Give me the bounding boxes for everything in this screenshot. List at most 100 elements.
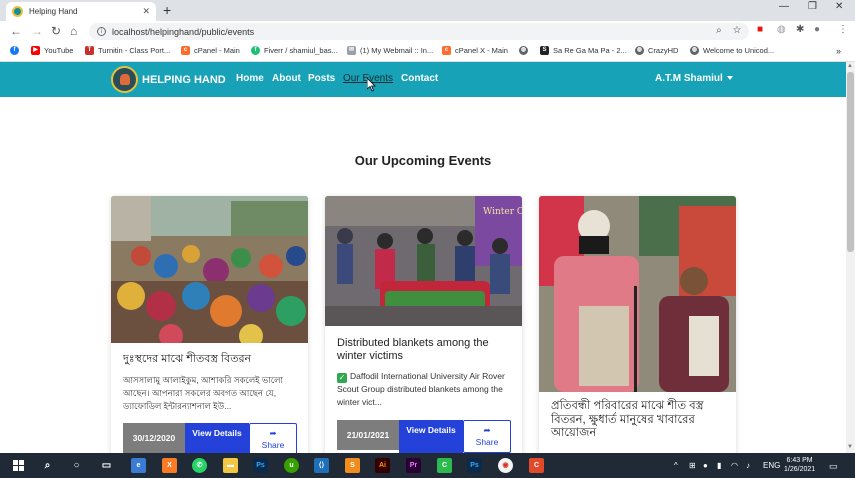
event-card: Winter Cloth Distributed blankets among …: [325, 196, 522, 453]
upwork-icon[interactable]: u: [284, 458, 299, 473]
bookmark-label: Sa Re Ga Ma Pa - 2...: [553, 46, 627, 55]
browser-tab[interactable]: Helping Hand ✕: [6, 2, 156, 21]
bookmark-item[interactable]: c cPanel - Main: [181, 46, 240, 55]
close-window-button[interactable]: ✕: [835, 1, 843, 12]
vscode-icon[interactable]: ⟨⟩: [314, 458, 329, 473]
scrollbar-thumb[interactable]: [847, 72, 854, 252]
address-bar[interactable]: i localhost/helpinghand/public/events ⌕ …: [89, 23, 749, 40]
bookmark-label: Fiverr / shamiul_bas...: [264, 46, 338, 55]
event-description-text: Daffodil International University Air Ro…: [337, 371, 505, 407]
event-date-badge: 30/12/2020: [123, 423, 185, 453]
nav-contact[interactable]: Contact: [401, 73, 438, 84]
back-arrow-icon[interactable]: ←: [10, 24, 22, 38]
windows-taskbar: ⌕ ○ ▭ e X ✆ ▬ Ps u ⟨⟩ S Ai Pr C Ps ◉ C ^…: [0, 453, 855, 478]
bookmark-item[interactable]: T Turnitin - Class Port...: [85, 46, 170, 55]
photoshop-icon[interactable]: Ps: [253, 458, 268, 473]
view-details-button[interactable]: View Details: [399, 420, 463, 453]
nav-posts[interactable]: Posts: [308, 73, 335, 84]
url-text[interactable]: localhost/helpinghand/public/events: [112, 27, 254, 37]
browser-tab-strip: Helping Hand ✕ + — ❐ ✕: [0, 0, 855, 21]
cpanel-icon: c: [442, 46, 451, 55]
system-clock[interactable]: 6:43 PM 1/26/2021: [784, 456, 815, 474]
cortana-icon[interactable]: ○: [69, 458, 84, 473]
zoom-icon[interactable]: ⌕: [716, 25, 722, 36]
bookmark-item[interactable]: S Sa Re Ga Ma Pa - 2...: [540, 46, 627, 55]
dropdown-caret-icon: [726, 76, 733, 81]
bookmark-label: cPanel - Main: [194, 46, 240, 55]
bookmark-item[interactable]: c cPanel X - Main: [442, 46, 508, 55]
wifi-icon[interactable]: ◠: [731, 461, 738, 470]
bookmark-label: (1) My Webmail :: In...: [360, 46, 434, 55]
event-photo[interactable]: Winter Cloth: [325, 196, 522, 326]
turnitin-icon: T: [85, 46, 94, 55]
event-photo[interactable]: [111, 196, 308, 343]
helping-hand-logo-icon: [111, 66, 138, 93]
bookmark-label: Welcome to Unicod...: [703, 46, 775, 55]
site-brand[interactable]: HELPING HAND: [111, 66, 226, 93]
notifications-icon[interactable]: ▭: [829, 461, 838, 472]
bookmark-item[interactable]: ▶ YouTube: [31, 46, 73, 55]
home-icon[interactable]: ⌂: [70, 24, 77, 38]
site-navbar: HELPING HAND Home About Posts Our Events…: [0, 62, 846, 97]
bookmark-item[interactable]: f: [10, 46, 23, 55]
profile-avatar-icon[interactable]: ●: [814, 24, 820, 35]
bookmark-item[interactable]: ◍ Welcome to Unicod...: [690, 46, 774, 55]
share-arrow-icon: ➦: [269, 428, 277, 438]
extensions-puzzle-icon[interactable]: ✱: [796, 24, 804, 35]
new-tab-button[interactable]: +: [163, 2, 171, 19]
user-menu[interactable]: A.T.M Shamiul: [655, 73, 733, 84]
volume-icon[interactable]: ♪: [746, 461, 750, 470]
page-scrollbar[interactable]: ▲ ▼: [846, 62, 855, 453]
maximize-button[interactable]: ❐: [808, 1, 817, 12]
bookmark-item[interactable]: f Fiverr / shamiul_bas...: [251, 46, 338, 55]
file-explorer-icon[interactable]: ▬: [223, 458, 238, 473]
illustrator-icon[interactable]: Ai: [375, 458, 390, 473]
browser-toolbar: ← → ↻ ⌂ i localhost/helpinghand/public/e…: [0, 21, 855, 42]
event-title[interactable]: প্রতিবন্ধী পরিবারের মাঝে শীত বস্ত্র বিতর…: [551, 400, 726, 441]
scroll-up-icon[interactable]: ▲: [847, 63, 853, 69]
cpanel-icon: c: [181, 46, 190, 55]
recorder-icon[interactable]: C: [529, 458, 544, 473]
scroll-down-icon[interactable]: ▼: [847, 444, 853, 450]
bookmark-star-icon[interactable]: ☆: [733, 25, 741, 36]
microphone-icon[interactable]: ●: [703, 461, 708, 470]
bookmark-item[interactable]: ◍: [519, 46, 532, 55]
task-view-icon[interactable]: ▭: [99, 458, 114, 473]
extension-globe-icon[interactable]: ◍: [777, 24, 786, 35]
language-indicator[interactable]: ENG: [763, 461, 780, 470]
camtasia-icon[interactable]: C: [437, 458, 452, 473]
event-date-badge: 21/01/2021: [337, 420, 399, 450]
event-photo[interactable]: [539, 196, 736, 392]
windows-start-icon[interactable]: [13, 460, 24, 471]
chrome-icon[interactable]: ◉: [498, 458, 513, 473]
event-title[interactable]: দুঃস্থদের মাঝে শীতবস্ত্র বিতরন: [123, 353, 298, 366]
tab-close-icon[interactable]: ✕: [142, 6, 150, 17]
reload-icon[interactable]: ↻: [51, 24, 61, 38]
nav-home[interactable]: Home: [236, 73, 264, 84]
event-title[interactable]: Distributed blankets among the winter vi…: [337, 337, 512, 363]
network-icon[interactable]: ⊞: [689, 461, 696, 470]
page-title: Our Upcoming Events: [354, 153, 492, 168]
xampp-icon[interactable]: X: [162, 458, 177, 473]
chrome-menu-icon[interactable]: ⋮: [838, 24, 848, 35]
share-button[interactable]: ➦ Share: [249, 423, 297, 453]
whatsapp-icon[interactable]: ✆: [192, 458, 207, 473]
photoshop-icon[interactable]: Ps: [467, 458, 482, 473]
share-button[interactable]: ➦ Share: [463, 420, 511, 453]
nav-about[interactable]: About: [272, 73, 301, 84]
minimize-button[interactable]: —: [779, 1, 789, 12]
edge-icon[interactable]: e: [131, 458, 146, 473]
checkmark-icon: ✓: [337, 373, 347, 383]
premiere-icon[interactable]: Pr: [406, 458, 421, 473]
view-details-button[interactable]: View Details: [185, 423, 249, 453]
site-info-icon[interactable]: i: [97, 27, 106, 36]
show-hidden-icons-icon[interactable]: ^: [674, 461, 678, 470]
sublime-icon[interactable]: S: [345, 458, 360, 473]
youtube-ext-icon[interactable]: ■: [757, 24, 763, 35]
bookmark-item[interactable]: ✉ (1) My Webmail :: In...: [347, 46, 433, 55]
more-bookmarks-icon[interactable]: »: [836, 46, 841, 56]
battery-icon[interactable]: ▮: [717, 461, 721, 470]
bookmark-item[interactable]: ◍ CrazyHD: [635, 46, 678, 55]
forward-arrow-icon[interactable]: →: [31, 24, 43, 38]
search-icon[interactable]: ⌕: [40, 458, 55, 473]
